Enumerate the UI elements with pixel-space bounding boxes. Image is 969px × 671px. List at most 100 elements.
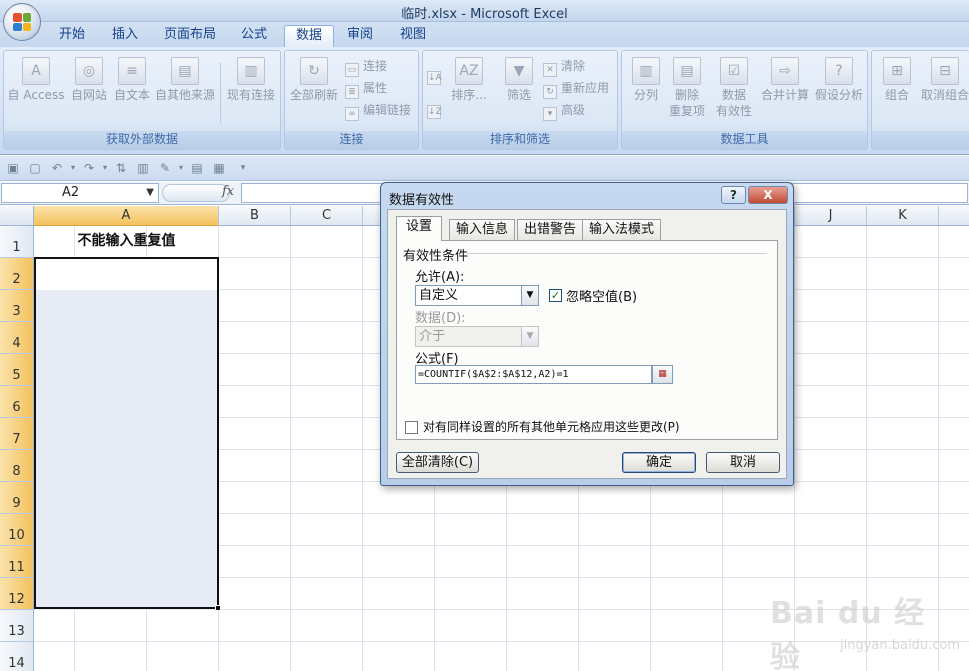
tab-ime-mode[interactable]: 输入法模式 xyxy=(582,219,662,240)
group-title: 获取外部数据 xyxy=(4,131,280,149)
from-text-button[interactable]: ≡ 自文本 xyxy=(111,57,153,103)
tab-settings[interactable]: 设置 xyxy=(396,216,443,241)
tab-home[interactable]: 开始 xyxy=(48,25,96,47)
reapply-button[interactable]: ↻ 重新应用 xyxy=(543,79,609,99)
row-header-10[interactable]: 10 xyxy=(0,514,34,546)
formula-bar-expand-knob[interactable] xyxy=(162,184,230,202)
row-header-14[interactable]: 14 xyxy=(0,642,34,671)
tab-input-message[interactable]: 输入信息 xyxy=(449,219,516,240)
data-validation-button[interactable]: ☑ 数据 有效性 xyxy=(709,57,759,119)
draw-dropdown-icon[interactable]: ▾ xyxy=(173,160,189,176)
formula-input[interactable]: =COUNTIF($A$2:$A$12,A2)=1 xyxy=(415,365,652,384)
row-header-2[interactable]: 2 xyxy=(0,258,34,290)
cell-a1[interactable]: 不能输入重复值 xyxy=(34,226,219,258)
row-header-5[interactable]: 5 xyxy=(0,354,34,386)
column-header-k[interactable]: K xyxy=(867,206,939,226)
office-button[interactable] xyxy=(3,3,41,41)
row-header-6[interactable]: 6 xyxy=(0,386,34,418)
ungroup-icon: ⊟ xyxy=(931,57,959,85)
allow-label: 允许(A): xyxy=(415,270,465,285)
save-icon[interactable]: ▣ xyxy=(5,160,21,176)
advanced-filter-button[interactable]: ▾ 高级 xyxy=(543,101,585,121)
range-select-icon[interactable]: ▦ xyxy=(652,365,673,384)
column-header-j[interactable]: J xyxy=(795,206,867,226)
sort-descending-icon: ↓Z xyxy=(427,105,442,119)
close-button[interactable]: X xyxy=(748,186,788,204)
from-access-button[interactable]: A 自 Access xyxy=(6,57,66,103)
consolidate-button[interactable]: ⇨ 合并计算 xyxy=(760,57,810,103)
tab-page-layout[interactable]: 页面布局 xyxy=(153,25,227,47)
sort-ascending-button[interactable]: ↓A xyxy=(427,65,445,85)
customize-qat-icon[interactable]: ▾ xyxy=(235,160,251,176)
ungroup-button[interactable]: ⊟ 取消组合 xyxy=(920,57,969,103)
advanced-filter-icon: ▾ xyxy=(543,107,557,121)
ignore-blank-checkbox[interactable]: ✓ xyxy=(549,289,562,302)
row-header-8[interactable]: 8 xyxy=(0,450,34,482)
tab-data[interactable]: 数据 xyxy=(284,25,335,47)
what-if-icon: ? xyxy=(825,57,853,85)
ok-button[interactable]: 确定 xyxy=(622,452,696,473)
row-header-9[interactable]: 9 xyxy=(0,482,34,514)
connections-button[interactable]: ▭ 连接 xyxy=(345,57,387,77)
clear-filter-button[interactable]: ✕ 清除 xyxy=(543,57,585,77)
from-web-button[interactable]: ◎ 自网站 xyxy=(68,57,110,103)
redo-icon[interactable]: ↷ xyxy=(81,160,97,176)
properties-button[interactable]: ≣ 属性 xyxy=(345,79,387,99)
text-to-columns-button[interactable]: ▥ 分列 xyxy=(626,57,666,103)
edit-links-button[interactable]: ∞ 编辑链接 xyxy=(345,101,411,121)
table-icon[interactable]: ▦ xyxy=(211,160,227,176)
draw-icon[interactable]: ✎ xyxy=(157,160,173,176)
cancel-button[interactable]: 取消 xyxy=(706,452,780,473)
undo-icon[interactable]: ↶ xyxy=(49,160,65,176)
row-header-1[interactable]: 1 xyxy=(0,226,34,258)
group-button[interactable]: ⊞ 组合 xyxy=(876,57,918,103)
tab-insert[interactable]: 插入 xyxy=(101,25,149,47)
validation-criteria-heading: 有效性条件 xyxy=(403,249,469,264)
form-icon[interactable]: ▤ xyxy=(189,160,205,176)
row-header-12[interactable]: 12 xyxy=(0,578,34,610)
row-header-13[interactable]: 13 xyxy=(0,610,34,642)
column-header-l[interactable] xyxy=(939,206,969,226)
chevron-down-icon: ▼ xyxy=(521,327,538,346)
sort-descending-button[interactable]: ↓Z xyxy=(427,99,445,119)
fill-handle[interactable] xyxy=(215,605,221,611)
select-all-corner[interactable] xyxy=(0,206,34,226)
sort-az-icon: AZ xyxy=(455,57,483,85)
allow-select[interactable]: 自定义 ▼ xyxy=(415,285,539,306)
redo-dropdown-icon[interactable]: ▾ xyxy=(97,160,113,176)
column-header-b[interactable]: B xyxy=(219,206,291,226)
new-document-icon[interactable]: ▢ xyxy=(27,160,43,176)
column-header-a[interactable]: A xyxy=(34,206,219,226)
clear-all-button[interactable]: 全部清除(C) xyxy=(396,452,479,473)
split-columns-icon: ▥ xyxy=(632,57,660,85)
apply-all-checkbox[interactable] xyxy=(405,421,418,434)
refresh-all-button[interactable]: ↻ 全部刷新 xyxy=(288,57,340,103)
what-if-analysis-button[interactable]: ? 假设分析 xyxy=(812,57,866,103)
sort-icon[interactable]: ⇅ xyxy=(113,160,129,176)
data-validation-icon: ☑ xyxy=(720,57,748,85)
name-box[interactable]: A2 ▼ xyxy=(1,183,159,203)
from-other-sources-button[interactable]: ▤ 自其他来源 xyxy=(154,57,216,103)
tab-view[interactable]: 视图 xyxy=(389,25,437,47)
undo-dropdown-icon[interactable]: ▾ xyxy=(65,160,81,176)
existing-connections-button[interactable]: ▥ 现有连接 xyxy=(224,57,278,103)
sort-button[interactable]: AZ 排序... xyxy=(449,57,489,103)
refresh-icon: ↻ xyxy=(300,57,328,85)
chart-icon[interactable]: ▥ xyxy=(135,160,151,176)
column-header-c[interactable]: C xyxy=(291,206,363,226)
remove-duplicates-button[interactable]: ▤ 删除 重复项 xyxy=(666,57,708,119)
filter-button[interactable]: ▼ 筛选 xyxy=(499,57,539,103)
row-header-3[interactable]: 3 xyxy=(0,290,34,322)
row-header-7[interactable]: 7 xyxy=(0,418,34,450)
tab-error-alert[interactable]: 出错警告 xyxy=(517,219,584,240)
row-header-4[interactable]: 4 xyxy=(0,322,34,354)
tab-formulas[interactable]: 公式 xyxy=(230,25,278,47)
tab-review[interactable]: 审阅 xyxy=(336,25,384,47)
name-box-dropdown-icon[interactable]: ▼ xyxy=(146,184,154,202)
insert-function-icon[interactable]: fx xyxy=(222,184,234,199)
help-button[interactable]: ? xyxy=(721,186,746,204)
chevron-down-icon[interactable]: ▼ xyxy=(521,286,538,305)
row-header-11[interactable]: 11 xyxy=(0,546,34,578)
dialog-body: 设置 输入信息 出错警告 输入法模式 有效性条件 允许(A): 自定义 ▼ ✓ … xyxy=(387,209,787,479)
web-icon: ◎ xyxy=(75,57,103,85)
